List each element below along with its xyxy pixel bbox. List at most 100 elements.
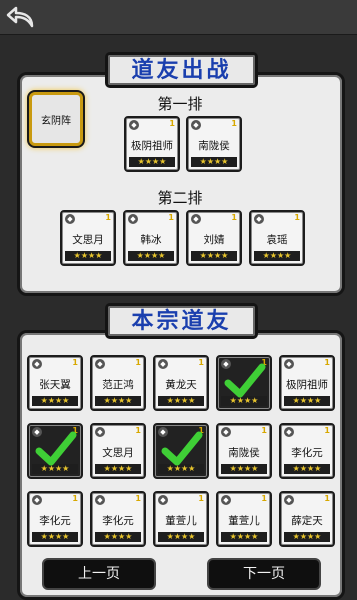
element-icon: ◆ — [32, 495, 42, 505]
companion-card[interactable]: ◆ 1 李化元 ★★★★ — [90, 491, 146, 547]
card-level: 1 — [72, 358, 78, 367]
star-rating: ★★★★ — [158, 396, 204, 406]
card-level: 1 — [105, 213, 111, 222]
companion-card[interactable]: ◆ 1 薛定天 ★★★★ — [279, 491, 335, 547]
companion-card[interactable]: ◆ 1 袁瑶 ★★★★ — [249, 210, 305, 266]
next-page-button[interactable]: 下一页 — [207, 558, 321, 590]
card-level: 1 — [168, 213, 174, 222]
element-icon: ◆ — [128, 214, 138, 224]
card-name: 李化元 — [291, 447, 323, 459]
check-icon — [224, 363, 266, 398]
card-name: 韩冰 — [140, 234, 162, 246]
card-name: 董萱儿 — [165, 515, 197, 527]
element-icon: ◆ — [95, 359, 105, 369]
deploy-title: 道友出战 — [105, 52, 258, 88]
companion-card[interactable]: ◆ 1 董萱儿 ★★★★ — [216, 491, 272, 547]
card-name: 范正鸿 — [102, 379, 134, 391]
companion-card[interactable]: ◆ 1 文思月 ★★★★ — [90, 423, 146, 479]
card-name: 文思月 — [102, 447, 134, 459]
star-rating: ★★★★ — [129, 157, 175, 167]
card-level: 1 — [72, 494, 78, 503]
companion-card[interactable]: ◆ 1 李化元 ★★★★ — [27, 491, 83, 547]
card-name: 极阴祖师 — [286, 379, 328, 391]
card-level: 1 — [324, 426, 330, 435]
card-level: 1 — [324, 358, 330, 367]
companion-card[interactable]: ◆ 1 董萱儿 ★★★★ — [153, 491, 209, 547]
card-name: 袁瑶 — [266, 234, 288, 246]
card-name: 南陇侯 — [228, 447, 260, 459]
star-rating: ★★★★ — [95, 396, 141, 406]
element-icon: ◆ — [129, 120, 139, 130]
star-rating: ★★★★ — [221, 532, 267, 542]
star-rating: ★★★★ — [221, 464, 267, 474]
star-rating: ★★★★ — [191, 251, 237, 261]
element-icon: ◆ — [95, 427, 105, 437]
companion-card[interactable]: ◆ 1 ★★★★ — [27, 423, 83, 479]
element-icon: ◆ — [191, 214, 201, 224]
card-name: 文思月 — [72, 234, 104, 246]
star-rating: ★★★★ — [95, 532, 141, 542]
card-name: 极阴祖师 — [131, 140, 173, 152]
companion-card[interactable]: ◆ 1 极阴祖师 ★★★★ — [124, 116, 180, 172]
top-bar — [0, 0, 357, 35]
star-rating: ★★★★ — [128, 251, 174, 261]
card-level: 1 — [261, 494, 267, 503]
back-arrow-icon[interactable] — [6, 4, 38, 30]
companion-card[interactable]: ◆ 1 黄龙天 ★★★★ — [153, 355, 209, 411]
star-rating: ★★★★ — [191, 157, 237, 167]
star-rating: ★★★★ — [158, 532, 204, 542]
element-icon: ◆ — [221, 495, 231, 505]
companion-card[interactable]: ◆ 1 张天翼 ★★★★ — [27, 355, 83, 411]
element-icon: ◆ — [65, 214, 75, 224]
card-level: 1 — [231, 119, 237, 128]
star-rating: ★★★★ — [284, 532, 330, 542]
companion-card[interactable]: ◆ 1 文思月 ★★★★ — [60, 210, 116, 266]
element-icon: ◆ — [284, 359, 294, 369]
element-icon: ◆ — [32, 359, 42, 369]
star-rating: ★★★★ — [32, 532, 78, 542]
card-level: 1 — [135, 494, 141, 503]
element-icon: ◆ — [191, 120, 201, 130]
row1-label: 第一排 — [157, 95, 203, 113]
check-icon — [35, 431, 77, 466]
card-level: 1 — [231, 213, 237, 222]
card-level: 1 — [169, 119, 175, 128]
companion-card[interactable]: ◆ 1 南陇侯 ★★★★ — [186, 116, 242, 172]
companion-card[interactable]: ◆ 1 ★★★★ — [216, 355, 272, 411]
formation-label: 玄阴阵 — [41, 116, 71, 127]
card-name: 薛定天 — [291, 515, 323, 527]
sect-title: 本宗道友 — [105, 303, 258, 339]
companion-card[interactable]: ◆ 1 范正鸿 ★★★★ — [90, 355, 146, 411]
card-name: 张天翼 — [39, 379, 71, 391]
card-level: 1 — [294, 213, 300, 222]
element-icon: ◆ — [284, 427, 294, 437]
star-rating: ★★★★ — [254, 251, 300, 261]
card-name: 李化元 — [39, 515, 71, 527]
card-level: 1 — [261, 426, 267, 435]
star-rating: ★★★★ — [95, 464, 141, 474]
element-icon: ◆ — [254, 214, 264, 224]
card-level: 1 — [135, 426, 141, 435]
row2-label: 第二排 — [157, 189, 203, 207]
companion-card[interactable]: ◆ 1 李化元 ★★★★ — [279, 423, 335, 479]
prev-page-button[interactable]: 上一页 — [42, 558, 156, 590]
formation-badge[interactable]: 玄阴阵 — [29, 92, 83, 146]
companion-card[interactable]: ◆ 1 刘婧 ★★★★ — [186, 210, 242, 266]
element-icon: ◆ — [158, 495, 168, 505]
card-name: 李化元 — [102, 515, 134, 527]
card-level: 1 — [324, 494, 330, 503]
companion-card[interactable]: ◆ 1 南陇侯 ★★★★ — [216, 423, 272, 479]
element-icon: ◆ — [221, 427, 231, 437]
star-rating: ★★★★ — [284, 464, 330, 474]
companion-card[interactable]: ◆ 1 ★★★★ — [153, 423, 209, 479]
companion-card[interactable]: ◆ 1 韩冰 ★★★★ — [123, 210, 179, 266]
card-level: 1 — [135, 358, 141, 367]
star-rating: ★★★★ — [32, 396, 78, 406]
card-name: 南陇侯 — [198, 140, 230, 152]
companion-card[interactable]: ◆ 1 极阴祖师 ★★★★ — [279, 355, 335, 411]
star-rating: ★★★★ — [284, 396, 330, 406]
element-icon: ◆ — [284, 495, 294, 505]
card-name: 黄龙天 — [165, 379, 197, 391]
card-level: 1 — [198, 494, 204, 503]
check-icon — [161, 431, 203, 466]
